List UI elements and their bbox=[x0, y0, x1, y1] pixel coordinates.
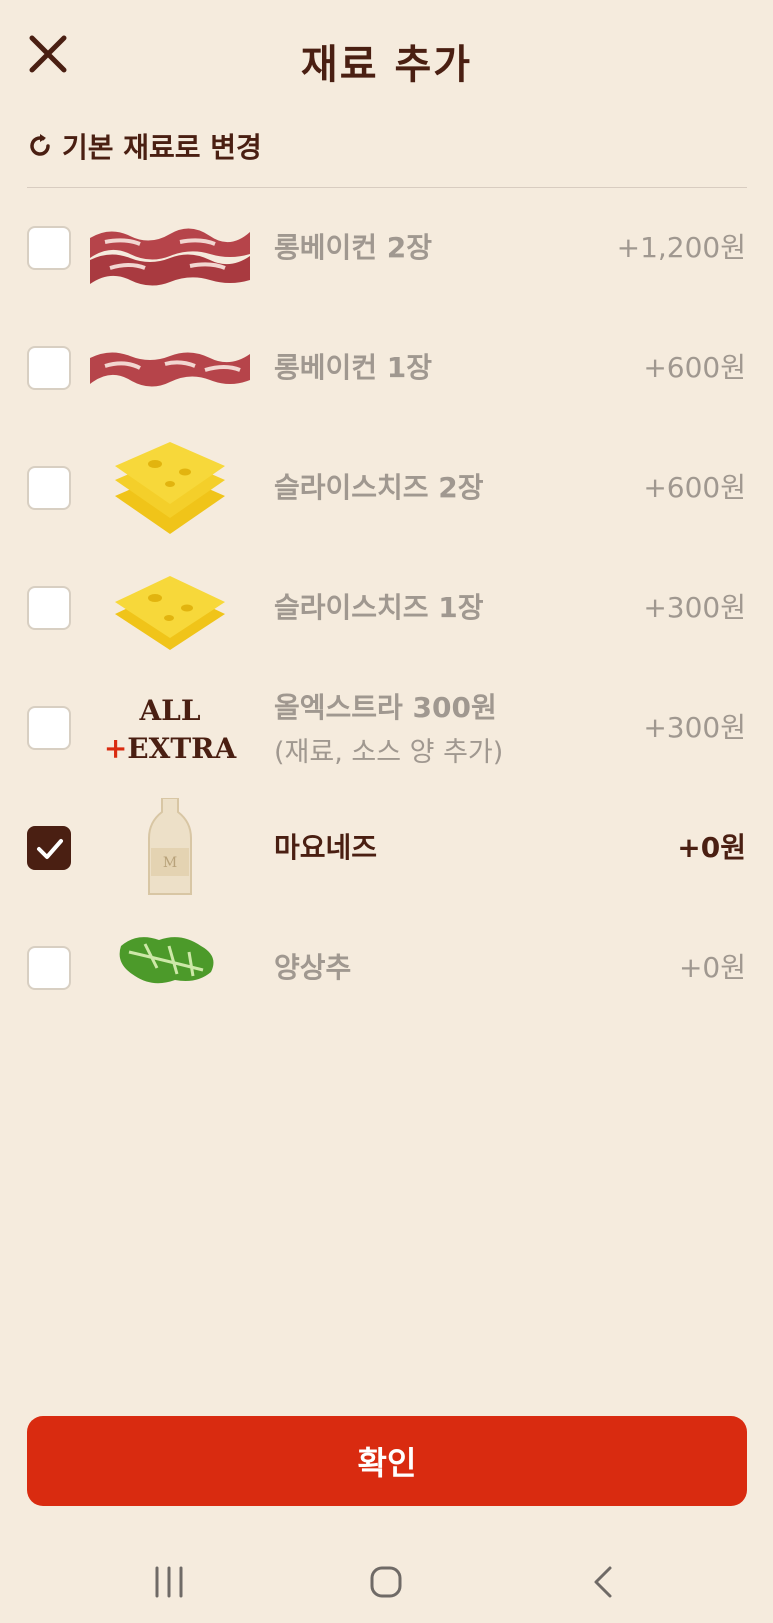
ingredient-name: 올엑스트라 300원 bbox=[274, 691, 497, 724]
bacon-1-icon bbox=[90, 352, 250, 387]
ingredient-name: 롱베이컨 1장 bbox=[274, 351, 433, 384]
checkbox[interactable] bbox=[27, 706, 71, 750]
checkbox[interactable] bbox=[27, 946, 71, 990]
ingredient-name: 마요네즈 bbox=[274, 831, 378, 864]
back-button[interactable] bbox=[573, 1560, 633, 1604]
ingredient-item-bacon-1[interactable]: 롱베이컨 1장 +600원 bbox=[0, 308, 773, 428]
ingredient-name: 롱베이컨 2장 bbox=[274, 231, 433, 264]
ingredient-price: +300원 bbox=[643, 591, 746, 624]
ingredient-price: +600원 bbox=[643, 351, 746, 384]
page-title: 재료 추가 bbox=[300, 42, 473, 88]
ingredient-price: +0원 bbox=[678, 951, 746, 984]
ingredient-subtext: (재료, 소스 양 추가) bbox=[274, 737, 504, 768]
home-button[interactable] bbox=[356, 1560, 416, 1604]
cheese-1-icon bbox=[115, 576, 225, 650]
logo-all: ALL bbox=[138, 694, 200, 727]
mayonnaise-bottle-icon: M bbox=[148, 798, 192, 895]
all-extra-logo: ALL +EXTRA bbox=[104, 694, 238, 765]
bacon-2-icon bbox=[90, 228, 250, 286]
ingredient-item-bacon-2[interactable]: 롱베이컨 2장 +1,200원 bbox=[0, 188, 773, 308]
checkmark-icon bbox=[37, 839, 63, 859]
checkbox[interactable] bbox=[27, 226, 71, 270]
ingredient-item-all-extra[interactable]: ALL +EXTRA 올엑스트라 300원 (재료, 소스 양 추가) +300… bbox=[0, 668, 773, 788]
checkbox[interactable] bbox=[27, 586, 71, 630]
back-icon bbox=[594, 1566, 612, 1598]
header: 재료 추가 bbox=[0, 0, 773, 115]
refresh-icon bbox=[30, 134, 50, 156]
lettuce-icon bbox=[119, 937, 214, 984]
confirm-button[interactable]: 확인 bbox=[27, 1416, 747, 1506]
checkbox[interactable] bbox=[27, 466, 71, 510]
ingredient-item-cheese-1[interactable]: 슬라이스치즈 1장 +300원 bbox=[0, 548, 773, 668]
cheese-2-icon bbox=[115, 442, 225, 534]
bottle-label: M bbox=[163, 855, 177, 871]
home-icon bbox=[370, 1566, 402, 1598]
ingredient-name: 슬라이스치즈 2장 bbox=[274, 471, 484, 504]
ingredient-price: +600원 bbox=[643, 471, 746, 504]
system-navigation-bar bbox=[0, 1540, 773, 1623]
ingredient-price: +1,200원 bbox=[616, 231, 746, 264]
recent-apps-button[interactable] bbox=[139, 1560, 199, 1604]
ingredient-price: +0원 bbox=[677, 831, 746, 864]
ingredient-item-lettuce[interactable]: 양상추 +0원 bbox=[0, 908, 773, 1028]
checkbox[interactable] bbox=[27, 346, 71, 390]
recent-apps-icon bbox=[155, 1566, 183, 1598]
ingredient-list: 롱베이컨 2장 +1,200원 롱베이컨 1장 +600원 슬라이스치즈 2장 … bbox=[0, 188, 773, 1028]
reset-default-button[interactable]: 기본 재료로 변경 bbox=[26, 126, 262, 166]
ingredient-item-mayonnaise[interactable]: M 마요네즈 +0원 bbox=[0, 788, 773, 908]
ingredient-name: 슬라이스치즈 1장 bbox=[274, 591, 484, 624]
checkbox-checked[interactable] bbox=[27, 826, 71, 870]
logo-extra: +EXTRA bbox=[104, 732, 238, 765]
ingredient-name: 양상추 bbox=[274, 951, 352, 984]
ingredient-item-cheese-2[interactable]: 슬라이스치즈 2장 +600원 bbox=[0, 428, 773, 548]
ingredient-price: +300원 bbox=[643, 711, 746, 744]
reset-default-label: 기본 재료로 변경 bbox=[62, 131, 262, 164]
